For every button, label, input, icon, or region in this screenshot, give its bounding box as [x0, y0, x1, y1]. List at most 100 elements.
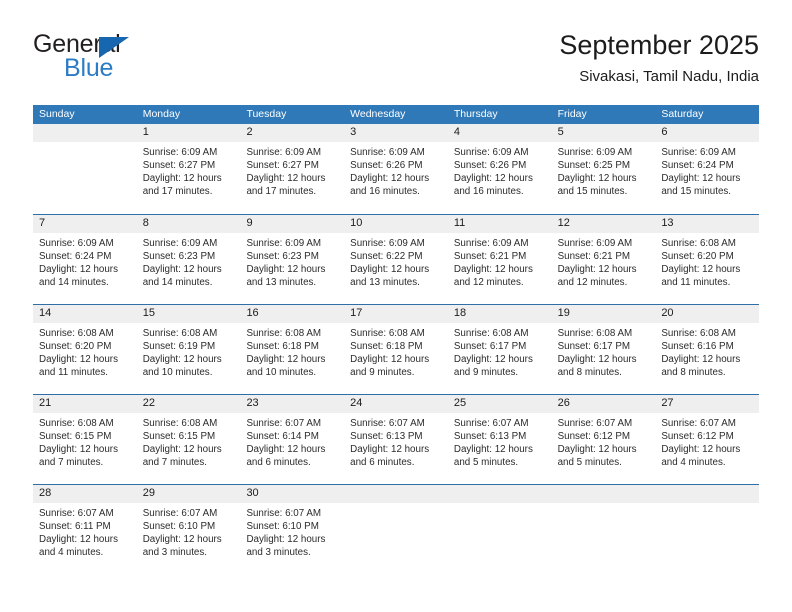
- day-details: Sunrise: 6:08 AM Sunset: 6:20 PM Daylight:…: [39, 323, 137, 379]
- day-detail-line: and 11 minutes.: [39, 367, 108, 379]
- day-number: 26: [557, 397, 570, 409]
- calendar-day-cell[interactable]: 2 Sunrise: 6:09 AM Sunset: 6:27 PM Daylight…: [240, 124, 344, 214]
- day-number: 10: [350, 217, 363, 229]
- weekday-header-row: Sunday Monday Tuesday Wednesday Thursday Frid…: [33, 105, 759, 124]
- day-number: 22: [142, 397, 155, 409]
- day-detail-line: Sunrise: 6:07 AM: [557, 418, 633, 429]
- day-detail-line: and 14 minutes.: [39, 277, 109, 289]
- calendar-day-cell[interactable]: 14 Sunrise: 6:08 AM Sunset: 6:20 PM Dayligh…: [33, 305, 137, 395]
- day-detail-line: and 13 minutes.: [350, 277, 420, 289]
- calendar-day-cell[interactable]: 18 Sunrise: 6:08 AM Sunset: 6:17 PM Dayligh…: [448, 305, 552, 395]
- page-header: General Blue September 2025 Sivakasi, Ta…: [33, 28, 759, 98]
- calendar-day-cell[interactable]: 24 Sunrise: 6:07 AM Sunset: 6:13 PM Dayligh…: [344, 395, 448, 485]
- day-detail-line: Sunrise: 6:09 AM: [142, 238, 218, 249]
- weekday-header-thursday: Thursday: [453, 108, 498, 120]
- day-detail-line: Sunrise: 6:08 AM: [246, 328, 322, 339]
- day-number: [454, 485, 552, 503]
- calendar-day-cell[interactable]: 30 Sunrise: 6:07 AM Sunset: 6:10 PM Dayligh…: [240, 485, 344, 575]
- calendar-day-cell[interactable]: 17 Sunrise: 6:08 AM Sunset: 6:18 PM Dayligh…: [344, 305, 448, 395]
- calendar-day-cell[interactable]: 28 Sunrise: 6:07 AM Sunset: 6:11 PM Dayligh…: [33, 485, 137, 575]
- day-details: Sunrise: 6:09 AM Sunset: 6:23 PM Daylight:…: [143, 233, 241, 289]
- day-detail-line: Daylight: 12 hours: [661, 354, 741, 366]
- calendar-day-cell[interactable]: 19 Sunrise: 6:08 AM Sunset: 6:17 PM Dayligh…: [552, 305, 656, 395]
- day-number: 24: [350, 397, 363, 409]
- day-details: Sunrise: 6:08 AM Sunset: 6:19 PM Daylight:…: [143, 323, 241, 379]
- day-detail-line: Sunset: 6:23 PM: [246, 251, 319, 263]
- day-detail-line: and 3 minutes.: [246, 547, 311, 559]
- day-detail-line: Sunrise: 6:08 AM: [142, 418, 218, 429]
- calendar-day-cell[interactable]: 10 Sunrise: 6:09 AM Sunset: 6:22 PM Dayligh…: [344, 215, 448, 305]
- day-number: 13: [661, 217, 674, 229]
- day-number: 19: [557, 307, 570, 319]
- day-detail-line: and 15 minutes.: [661, 186, 732, 198]
- calendar-day-cell[interactable]: 12 Sunrise: 6:09 AM Sunset: 6:21 PM Dayligh…: [552, 215, 656, 305]
- day-detail-line: Sunset: 6:20 PM: [39, 341, 112, 353]
- calendar-day-cell[interactable]: 21 Sunrise: 6:08 AM Sunset: 6:15 PM Dayligh…: [33, 395, 137, 485]
- general-blue-logo[interactable]: General Blue: [33, 30, 273, 86]
- calendar-week-row: 14 Sunrise: 6:08 AM Sunset: 6:20 PM Dayligh…: [33, 304, 759, 394]
- calendar-week-row: 21 Sunrise: 6:08 AM Sunset: 6:15 PM Dayligh…: [33, 394, 759, 484]
- calendar-day-cell[interactable]: 25 Sunrise: 6:07 AM Sunset: 6:13 PM Dayligh…: [448, 395, 552, 485]
- day-details: Sunrise: 6:08 AM Sunset: 6:20 PM Daylight:…: [661, 233, 759, 289]
- day-detail-line: and 6 minutes.: [246, 457, 311, 469]
- day-number: 2: [246, 126, 253, 138]
- calendar-day-cell[interactable]: 3 Sunrise: 6:09 AM Sunset: 6:26 PM Daylight…: [344, 124, 448, 214]
- day-detail-line: Daylight: 12 hours: [246, 354, 326, 366]
- calendar-day-cell[interactable]: 22 Sunrise: 6:08 AM Sunset: 6:15 PM Dayligh…: [137, 395, 241, 485]
- calendar-day-cell[interactable]: 29 Sunrise: 6:07 AM Sunset: 6:10 PM Dayligh…: [137, 485, 241, 575]
- day-details: Sunrise: 6:08 AM Sunset: 6:18 PM Daylight:…: [246, 323, 344, 379]
- calendar-empty-cell: [33, 124, 137, 214]
- calendar-day-cell[interactable]: 15 Sunrise: 6:08 AM Sunset: 6:19 PM Dayligh…: [137, 305, 241, 395]
- calendar-day-cell[interactable]: 16 Sunrise: 6:08 AM Sunset: 6:18 PM Dayligh…: [240, 305, 344, 395]
- day-details: Sunrise: 6:08 AM Sunset: 6:17 PM Daylight:…: [558, 323, 656, 379]
- calendar-day-cell[interactable]: 9 Sunrise: 6:09 AM Sunset: 6:23 PM Daylight…: [240, 215, 344, 305]
- day-detail-line: and 3 minutes.: [142, 547, 207, 559]
- day-detail-line: Daylight: 12 hours: [557, 444, 637, 456]
- day-detail-line: and 11 minutes.: [661, 277, 731, 289]
- day-detail-line: and 12 minutes.: [557, 277, 628, 289]
- weekday-header-tuesday: Tuesday: [246, 108, 287, 120]
- day-number: 16: [246, 307, 259, 319]
- day-number: 4: [453, 126, 460, 138]
- calendar-day-cell[interactable]: 4 Sunrise: 6:09 AM Sunset: 6:26 PM Daylight…: [448, 124, 552, 214]
- calendar-week-cells: 1 Sunrise: 6:09 AM Sunset: 6:27 PM Daylight…: [33, 124, 759, 214]
- calendar-day-cell[interactable]: 13 Sunrise: 6:08 AM Sunset: 6:20 PM Dayligh…: [655, 215, 759, 305]
- day-detail-line: Daylight: 12 hours: [246, 534, 326, 546]
- calendar-day-cell[interactable]: 8 Sunrise: 6:09 AM Sunset: 6:23 PM Daylight…: [137, 215, 241, 305]
- day-detail-line: Sunset: 6:20 PM: [661, 251, 734, 263]
- calendar-day-cell[interactable]: 11 Sunrise: 6:09 AM Sunset: 6:21 PM Dayligh…: [448, 215, 552, 305]
- day-detail-line: Sunset: 6:18 PM: [350, 341, 423, 353]
- calendar-day-cell[interactable]: 23 Sunrise: 6:07 AM Sunset: 6:14 PM Dayligh…: [240, 395, 344, 485]
- day-detail-line: and 4 minutes.: [661, 457, 726, 469]
- day-detail-line: Sunset: 6:16 PM: [661, 341, 734, 353]
- day-details: Sunrise: 6:09 AM Sunset: 6:24 PM Daylight:…: [39, 233, 137, 289]
- calendar-week-cells: 14 Sunrise: 6:08 AM Sunset: 6:20 PM Dayligh…: [33, 305, 759, 395]
- calendar-day-cell[interactable]: 20 Sunrise: 6:08 AM Sunset: 6:16 PM Dayligh…: [655, 305, 759, 395]
- calendar-day-cell[interactable]: 27 Sunrise: 6:07 AM Sunset: 6:12 PM Dayligh…: [655, 395, 759, 485]
- day-details: Sunrise: 6:07 AM Sunset: 6:11 PM Daylight:…: [39, 503, 137, 559]
- day-number: [350, 485, 448, 503]
- day-detail-line: and 10 minutes.: [142, 367, 213, 379]
- calendar-day-cell[interactable]: 26 Sunrise: 6:07 AM Sunset: 6:12 PM Dayligh…: [552, 395, 656, 485]
- calendar-day-cell[interactable]: 6 Sunrise: 6:09 AM Sunset: 6:24 PM Daylight…: [655, 124, 759, 214]
- day-detail-line: and 5 minutes.: [557, 457, 622, 469]
- calendar-week-cells: 21 Sunrise: 6:08 AM Sunset: 6:15 PM Dayligh…: [33, 395, 759, 485]
- calendar-day-cell[interactable]: 5 Sunrise: 6:09 AM Sunset: 6:25 PM Daylight…: [552, 124, 656, 214]
- weekday-header-sunday: Sunday: [39, 108, 75, 120]
- day-detail-line: Daylight: 12 hours: [142, 264, 222, 276]
- day-number: 28: [39, 487, 52, 499]
- day-detail-line: Daylight: 12 hours: [350, 444, 430, 456]
- day-detail-line: Sunset: 6:17 PM: [453, 341, 527, 353]
- calendar-day-cell[interactable]: 7 Sunrise: 6:09 AM Sunset: 6:24 PM Daylight…: [33, 215, 137, 305]
- day-detail-line: and 12 minutes.: [453, 277, 524, 289]
- day-detail-line: Sunrise: 6:09 AM: [246, 238, 322, 249]
- day-detail-line: and 15 minutes.: [557, 186, 628, 198]
- day-detail-line: Sunrise: 6:09 AM: [661, 147, 736, 158]
- day-detail-line: Sunrise: 6:09 AM: [350, 238, 425, 249]
- day-details: Sunrise: 6:08 AM Sunset: 6:17 PM Daylight:…: [454, 323, 552, 379]
- day-detail-line: and 9 minutes.: [350, 367, 415, 379]
- day-detail-line: Sunrise: 6:09 AM: [557, 147, 633, 158]
- day-detail-line: Sunset: 6:23 PM: [142, 251, 216, 263]
- calendar-day-cell[interactable]: 1 Sunrise: 6:09 AM Sunset: 6:27 PM Daylight…: [137, 124, 241, 214]
- day-details: Sunrise: 6:09 AM Sunset: 6:22 PM Daylight:…: [350, 233, 448, 289]
